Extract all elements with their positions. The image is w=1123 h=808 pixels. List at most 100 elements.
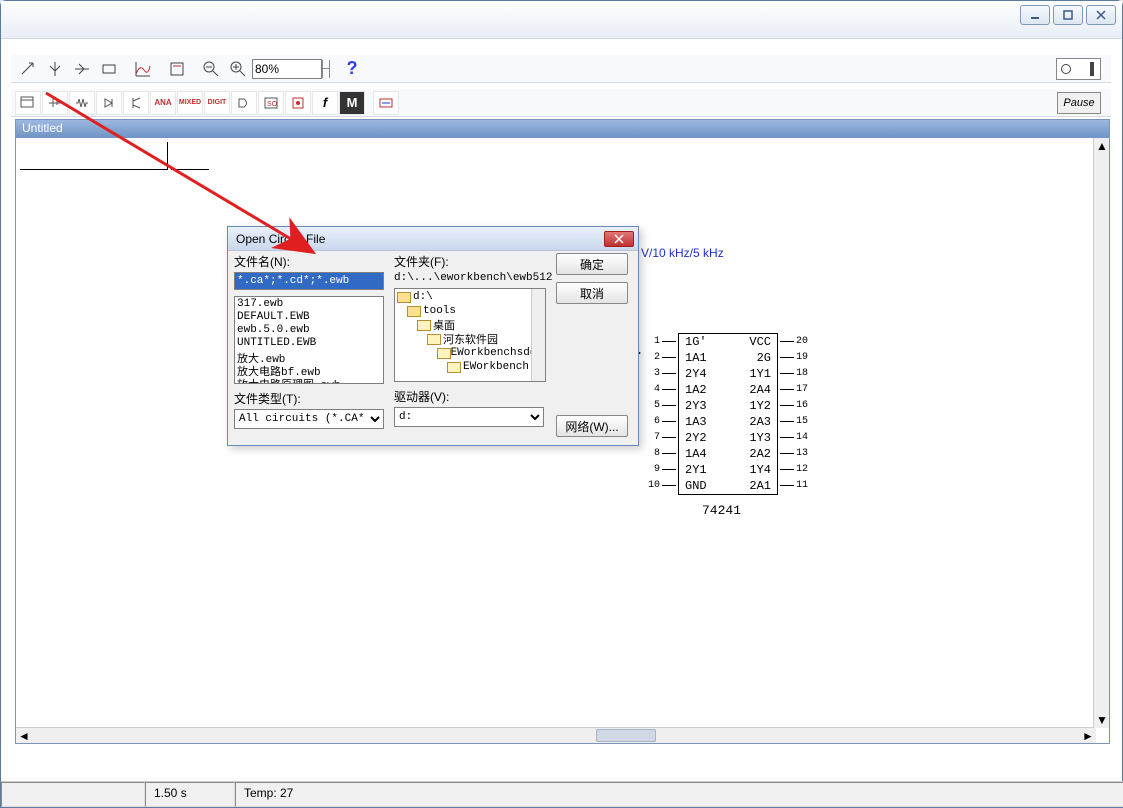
tree-node[interactable]: d:\ (397, 290, 543, 304)
pin-right: 19 (778, 349, 826, 365)
canvas-frame-2 (171, 142, 209, 170)
titlebar (1, 1, 1122, 39)
pin-right: 12 (778, 461, 826, 477)
cancel-button[interactable]: 取消 (556, 282, 628, 304)
rotate-cw-icon[interactable] (15, 57, 41, 81)
mixed-ics-icon[interactable]: MIXED (177, 91, 203, 115)
diodes-icon[interactable] (96, 91, 122, 115)
chip-pin-row: 1A12G (679, 350, 777, 366)
maximize-button[interactable] (1053, 5, 1083, 25)
pin-left: 9 (630, 461, 678, 477)
file-list[interactable]: 317.ewbDEFAULT.EWBewb.5.0.ewbUNTITLED.EW… (234, 296, 384, 384)
tree-node[interactable]: EWorkbench (397, 360, 543, 374)
help-button[interactable]: ? (338, 58, 366, 80)
instruments-icon[interactable] (373, 91, 399, 115)
chip-pin-row: 1G'VCC (679, 334, 777, 350)
filetype-select[interactable]: All circuits (*.CA* (234, 409, 384, 429)
minimize-button[interactable] (1020, 5, 1050, 25)
zoom-select[interactable] (252, 59, 322, 79)
drive-select[interactable]: d: (394, 407, 544, 427)
indicators-icon[interactable] (285, 91, 311, 115)
chip-pin-row: 2Y41Y1 (679, 366, 777, 382)
zoom-spinner[interactable] (322, 60, 330, 78)
file-list-item[interactable]: 放大电路原理图.ewb (237, 376, 381, 384)
favorites-icon[interactable] (15, 91, 41, 115)
misc-m-icon[interactable]: M (339, 91, 365, 115)
vertical-scrollbar[interactable]: ▲ ▼ (1093, 138, 1109, 728)
tree-node[interactable]: tools (397, 304, 543, 318)
run-switch[interactable] (1056, 58, 1101, 80)
file-list-item[interactable]: DEFAULT.EWB (237, 311, 381, 324)
status-bar: 1.50 s Temp: 27 (1, 781, 1123, 807)
tree-node-label: tools (423, 305, 456, 317)
folder-icon (437, 348, 449, 359)
ok-button[interactable]: 确定 (556, 253, 628, 275)
flip-v-icon[interactable] (69, 57, 95, 81)
chip-pin-row: 1A32A3 (679, 414, 777, 430)
scroll-down-icon[interactable]: ▼ (1094, 712, 1110, 728)
scroll-thumb[interactable] (596, 729, 656, 742)
chip-pin-row: GND2A1 (679, 478, 777, 494)
properties-icon[interactable] (164, 57, 190, 81)
tree-node-label: d:\ (413, 291, 433, 303)
tree-node-label: EWorkbench (463, 361, 529, 373)
signal-label: V/10 kHz/5 kHz (641, 246, 724, 260)
tree-node[interactable]: EWorkbenchsdqh (397, 346, 543, 360)
tree-node-label: 河东软件园 (443, 331, 498, 347)
file-list-item[interactable]: 317.ewb (237, 298, 381, 311)
horizontal-scrollbar[interactable]: ◄ ► (16, 727, 1096, 743)
pin-right: 11 (778, 477, 826, 493)
filetype-label: 文件类型(T): (234, 390, 386, 407)
pin-right: 17 (778, 381, 826, 397)
folder-icon (397, 292, 411, 303)
dialog-close-button[interactable] (604, 231, 634, 247)
canvas-frame-1 (20, 142, 168, 170)
folder-icon (417, 320, 431, 331)
open-file-dialog: Open Circuit File 文件名(N): 317.ewbDEFAULT… (227, 226, 639, 446)
scroll-left-icon[interactable]: ◄ (16, 728, 32, 744)
file-list-item[interactable]: ewb.5.0.ewb (237, 324, 381, 337)
tree-node-label: EWorkbenchsdqh (451, 347, 543, 359)
pin-left: 10 (630, 477, 678, 493)
zoom-out-icon[interactable] (198, 57, 224, 81)
controls-f-icon[interactable]: f (312, 91, 338, 115)
chip-pin-row: 1A42A2 (679, 446, 777, 462)
status-cell-1 (1, 782, 145, 807)
analog-ics-icon[interactable]: ANA (150, 91, 176, 115)
folder-tree[interactable]: d:\ tools桌面河东软件园EWorkbenchsdqh EWorkbench (394, 288, 546, 382)
component-toolbar: ANA MIXED DIGIT SO f M Pause (11, 89, 1111, 117)
scroll-right-icon[interactable]: ► (1080, 728, 1096, 744)
graph-icon[interactable] (130, 57, 156, 81)
zoom-in-icon[interactable] (225, 57, 251, 81)
subcircuit-icon[interactable] (96, 57, 122, 81)
tree-node[interactable]: 桌面 (397, 318, 543, 332)
scroll-up-icon[interactable]: ▲ (1094, 138, 1110, 154)
transistors-icon[interactable] (123, 91, 149, 115)
digital-ics-icon[interactable]: DIGIT (204, 91, 230, 115)
ic-label: 74241 (702, 503, 741, 518)
pin-right: 18 (778, 365, 826, 381)
filename-label: 文件名(N): (234, 253, 386, 270)
tree-node[interactable]: 河东软件园 (397, 332, 543, 346)
drive-label: 驱动器(V): (394, 388, 549, 405)
basic-icon[interactable] (69, 91, 95, 115)
file-list-item[interactable]: UNTITLED.EWB (237, 337, 381, 350)
pause-button[interactable]: Pause (1057, 92, 1101, 114)
workspace-titlebar[interactable]: Untitled (16, 120, 1109, 138)
logic-gates-icon[interactable] (231, 91, 257, 115)
digital-icon[interactable]: SO (258, 91, 284, 115)
close-button[interactable] (1086, 5, 1116, 25)
dialog-titlebar[interactable]: Open Circuit File (228, 227, 638, 251)
file-list-item[interactable]: 放大电路bf.ewb (237, 363, 381, 376)
pin-right: 15 (778, 413, 826, 429)
tree-scrollbar[interactable] (531, 289, 545, 381)
chip-pin-row: 1A22A4 (679, 382, 777, 398)
chip-pin-row: 2Y21Y3 (679, 430, 777, 446)
filename-input[interactable] (234, 272, 384, 290)
dialog-title: Open Circuit File (236, 232, 325, 246)
sources-icon[interactable] (42, 91, 68, 115)
file-list-item[interactable]: 放大.ewb (237, 350, 381, 363)
pin-right: 13 (778, 445, 826, 461)
network-button[interactable]: 网络(W)... (556, 415, 628, 437)
flip-h-icon[interactable] (42, 57, 68, 81)
